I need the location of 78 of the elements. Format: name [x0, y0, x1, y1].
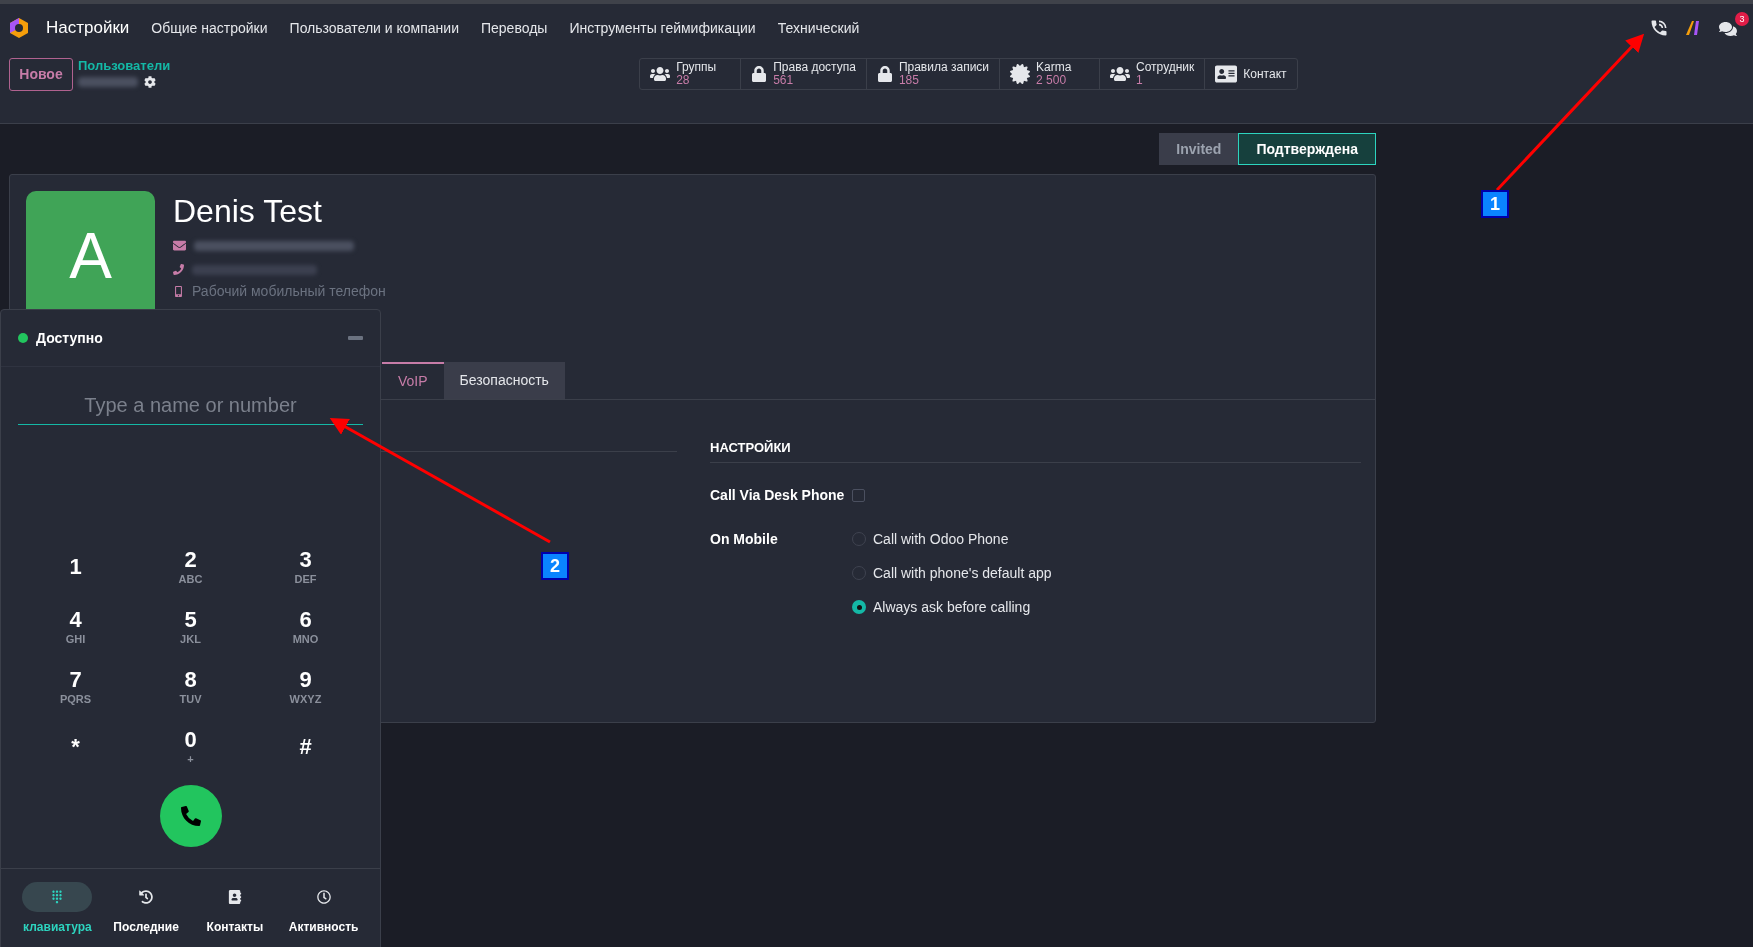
smart-button-label: Контакт: [1243, 67, 1287, 81]
mobile-phone-field[interactable]: Рабочий мобильный телефон: [192, 281, 412, 302]
availability-status: Доступно: [36, 328, 103, 348]
smart-button[interactable]: Группы 28: [640, 59, 741, 89]
dial-key[interactable]: 8 TUV: [133, 661, 248, 713]
softphone-tab[interactable]: Активность: [279, 881, 368, 936]
phone-icon: [180, 806, 201, 826]
smart-button[interactable]: Karma 2 500: [999, 59, 1100, 89]
blurred-record-name: [78, 77, 138, 87]
smart-button[interactable]: Сотрудник 1: [1099, 59, 1205, 89]
smart-button-value: 28: [676, 74, 690, 87]
menu-item[interactable]: Переводы: [481, 17, 548, 39]
new-button[interactable]: Новое: [9, 58, 73, 91]
form-tab[interactable]: Безопасность: [443, 362, 565, 399]
envelope-icon: [173, 239, 186, 252]
smart-button-value: 561: [773, 74, 794, 87]
menu-item[interactable]: Инструменты геймификации: [569, 17, 756, 39]
dial-key[interactable]: 6 MNO: [248, 601, 363, 653]
dial-key[interactable]: 7 PQRS: [18, 661, 133, 713]
annotation-number: 1: [1481, 190, 1509, 218]
users-icon: [1110, 64, 1131, 84]
smart-button-label: Правила записи: [898, 61, 990, 74]
users-icon: [650, 64, 671, 84]
contact-card-icon: [1215, 63, 1238, 85]
app-title[interactable]: Настройки: [46, 15, 130, 41]
settings-icon[interactable]: [144, 76, 156, 88]
softphone-tab[interactable]: Последние: [101, 881, 191, 936]
menu-item[interactable]: Общие настройки: [151, 17, 268, 39]
phone-icon: [173, 264, 184, 275]
smart-button-label: Группы: [676, 61, 717, 74]
dial-key[interactable]: *: [18, 721, 133, 773]
lock-icon: [751, 66, 768, 82]
keypad-icon: [50, 889, 65, 904]
smart-button-value: 185: [898, 74, 919, 87]
dial-key[interactable]: 1: [18, 541, 133, 593]
smart-button-value: 1: [1136, 74, 1143, 87]
dial-key[interactable]: 4 GHI: [18, 601, 133, 653]
partner-name: Denis Test: [173, 192, 323, 231]
menu-item[interactable]: Пользователи и компании: [289, 17, 459, 39]
dial-key[interactable]: 3 DEF: [248, 541, 363, 593]
smart-button-label: Права доступа: [773, 61, 856, 74]
smart-button-value: 2 500: [1036, 74, 1068, 87]
smart-button-label: Karma: [1036, 61, 1072, 74]
phone-icon[interactable]: [1649, 18, 1669, 38]
notification-badge: 3: [1735, 12, 1749, 26]
mobile-icon: [173, 286, 184, 297]
dial-key[interactable]: 5 JKL: [133, 601, 248, 653]
annotation-number: 2: [541, 552, 569, 580]
radio-label: Always ask before calling: [873, 597, 1031, 617]
softphone-tab[interactable]: клавиатура: [13, 881, 102, 936]
field-label: Call Via Desk Phone: [710, 485, 846, 505]
lock-icon: [876, 66, 893, 82]
dial-key[interactable]: 2 ABC: [133, 541, 248, 593]
smart-button[interactable]: Контакт: [1204, 59, 1297, 89]
dial-key[interactable]: 0 +: [133, 721, 248, 773]
clock-icon: [316, 889, 331, 904]
softphone-tab[interactable]: Контакты: [190, 881, 280, 936]
radio-label: Call with phone's default app: [873, 563, 1052, 583]
smart-button[interactable]: Права доступа 561: [740, 59, 866, 89]
status-stage[interactable]: Подтверждена: [1238, 133, 1376, 165]
badge-icon: [1010, 64, 1031, 84]
breadcrumb-link[interactable]: Пользователи: [78, 58, 171, 74]
chat-icon[interactable]: [1719, 20, 1737, 38]
dial-key[interactable]: #: [248, 721, 363, 773]
app-logo-icon[interactable]: [8, 17, 30, 39]
section-heading: НАСТРОЙКИ: [710, 438, 1361, 463]
field-label: On Mobile: [710, 529, 779, 549]
history-icon: [139, 889, 154, 904]
smart-button[interactable]: Правила записи 185: [865, 59, 1000, 89]
address-book-icon: [227, 889, 242, 904]
radio-button[interactable]: [852, 600, 866, 614]
dial-key[interactable]: 9 WXYZ: [248, 661, 363, 713]
radio-label: Call with Odoo Phone: [873, 529, 1009, 549]
checkbox[interactable]: [852, 488, 865, 502]
smart-button-label: Сотрудник: [1136, 61, 1195, 74]
dial-input[interactable]: Type a name or number: [18, 387, 363, 425]
status-stage[interactable]: Invited: [1159, 133, 1239, 165]
menu-item[interactable]: Технический: [777, 17, 860, 39]
